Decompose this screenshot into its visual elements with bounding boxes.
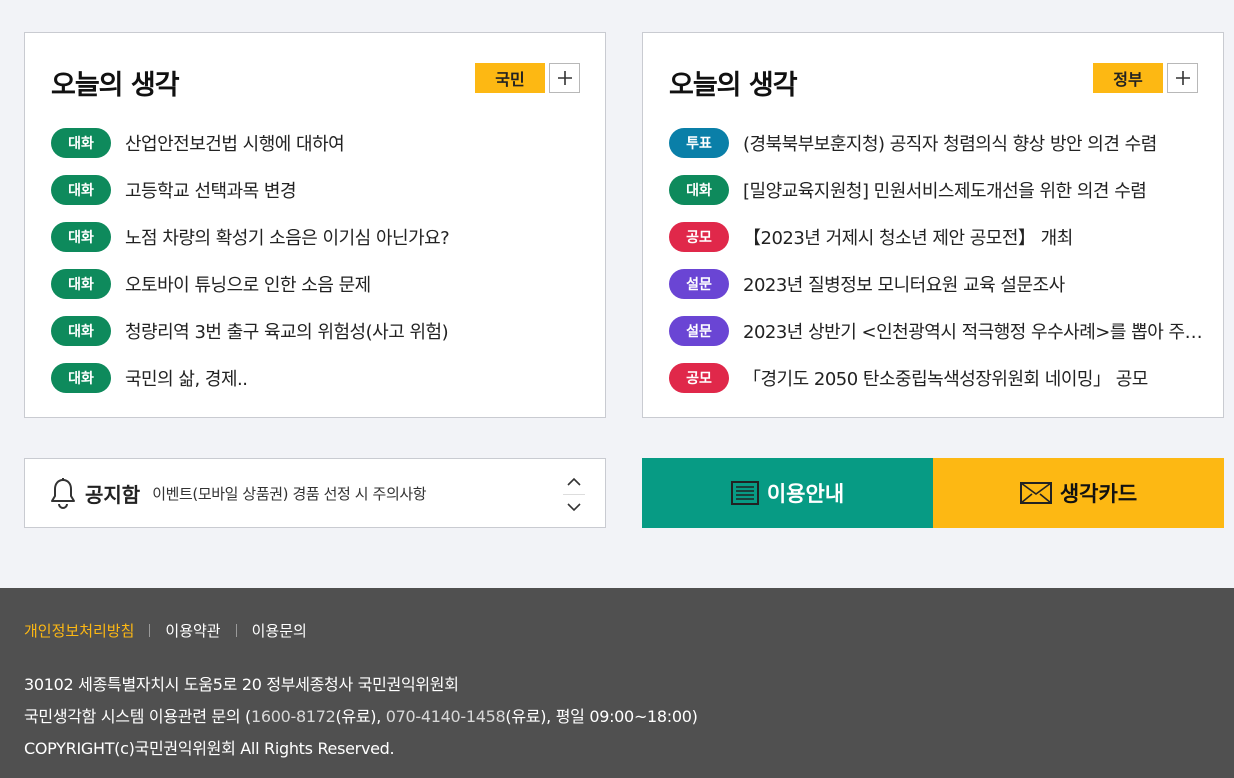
government-thoughts-panel: 오늘의 생각 정부 투표 (경북북부보훈지청) 공직자 청렴의식 향상 방안 의… [642, 32, 1224, 418]
notice-title: 공지함 [85, 482, 141, 507]
item-title[interactable]: 2023년 질병정보 모니터요원 교육 설문조사 [743, 271, 1065, 297]
list-item[interactable]: 대화 오토바이 튜닝으로 인한 소음 문제 [51, 260, 591, 307]
citizen-thoughts-panel: 오늘의 생각 국민 대화 산업안전보건법 시행에 대하여 대화 고등학교 선택과… [24, 32, 606, 418]
more-button[interactable] [1167, 63, 1198, 93]
arrow-divider [563, 494, 585, 495]
list-item[interactable]: 대화 노점 차량의 확성기 소음은 이기심 아닌가요? [51, 213, 591, 260]
category-badge: 대화 [51, 221, 111, 252]
citizen-list: 대화 산업안전보건법 시행에 대하여 대화 고등학교 선택과목 변경 대화 노점… [51, 119, 591, 401]
footer-contact: 국민생각함 시스템 이용관련 문의 (1600-8172(유료), 070-41… [24, 703, 698, 727]
footer: 개인정보처리방침 이용약관 이용문의 30102 세종특별자치시 도움5로 20… [0, 588, 1234, 778]
item-title[interactable]: 「경기도 2050 탄소중립녹색성장위원회 네이밍」 공모 [743, 365, 1148, 391]
list-item[interactable]: 설문 2023년 상반기 <인천광역시 적극행정 우수사례>를 뽑아 주세요 [669, 307, 1209, 354]
list-item[interactable]: 대화 [밀양교육지원청] 민원서비스제도개선을 위한 의견 수렴 [669, 166, 1209, 213]
category-badge: 대화 [51, 268, 111, 299]
contact-prefix: 국민생각함 시스템 이용관련 문의 ( [24, 707, 251, 726]
plus-icon [557, 71, 572, 85]
footer-copyright: COPYRIGHT(c)국민권익위원회 All Rights Reserved. [24, 739, 395, 758]
item-title[interactable]: 【2023년 거제시 청소년 제안 공모전】 개최 [743, 224, 1073, 250]
list-item[interactable]: 공모 【2023년 거제시 청소년 제안 공모전】 개최 [669, 213, 1209, 260]
notice-bar: 공지함 이벤트(모바일 상품권) 경품 선정 시 주의사항 [24, 458, 606, 528]
list-item[interactable]: 대화 고등학교 선택과목 변경 [51, 166, 591, 213]
category-badge: 대화 [51, 315, 111, 346]
usage-guide-label: 이용안내 [766, 482, 845, 506]
thought-card-button[interactable]: 생각카드 [933, 458, 1224, 528]
thought-card-label: 생각카드 [1059, 482, 1138, 506]
footer-address: 30102 세종특별자치시 도움5로 20 정부세종청사 국민권익위원회 [24, 675, 459, 694]
link-divider [149, 624, 151, 637]
category-badge: 대화 [51, 174, 111, 205]
privacy-policy-link[interactable]: 개인정보처리방침 [24, 620, 134, 641]
item-title[interactable]: (경북북부보훈지청) 공직자 청렴의식 향상 방안 의견 수렴 [743, 130, 1157, 156]
more-button[interactable] [549, 63, 580, 93]
item-title[interactable]: 2023년 상반기 <인천광역시 적극행정 우수사례>를 뽑아 주세요 [743, 318, 1209, 344]
category-badge: 투표 [669, 127, 729, 158]
item-title[interactable]: [밀양교육지원청] 민원서비스제도개선을 위한 의견 수렴 [743, 177, 1146, 203]
previous-notice-button[interactable] [561, 469, 587, 494]
list-item[interactable]: 대화 산업안전보건법 시행에 대하여 [51, 119, 591, 166]
chevron-down-icon [567, 502, 581, 511]
item-title[interactable]: 오토바이 튜닝으로 인한 소음 문제 [125, 271, 371, 297]
category-badge: 공모 [669, 362, 729, 393]
phone-number-1: 1600-8172 [250, 707, 336, 726]
phone-number-2: 070-4140-1458 [385, 707, 506, 726]
list-item[interactable]: 대화 국민의 삶, 경제.. [51, 354, 591, 401]
contact-suffix: (유료), 평일 09:00~18:00) [505, 707, 698, 726]
footer-links: 개인정보처리방침 이용약관 이용문의 [24, 620, 307, 641]
category-badge: 대화 [51, 127, 111, 158]
panel-title: 오늘의 생각 [669, 70, 798, 101]
inquiry-link[interactable]: 이용문의 [252, 620, 307, 641]
list-item[interactable]: 대화 청량리역 3번 출구 육교의 위험성(사고 위험) [51, 307, 591, 354]
link-divider [235, 624, 237, 637]
list-item[interactable]: 투표 (경북북부보훈지청) 공직자 청렴의식 향상 방안 의견 수렴 [669, 119, 1209, 166]
category-badge: 대화 [669, 174, 729, 205]
contact-mid: (유료), [335, 707, 386, 726]
panel-title: 오늘의 생각 [51, 70, 180, 101]
envelope-icon [1019, 482, 1052, 504]
category-badge: 설문 [669, 315, 729, 346]
bell-icon [51, 478, 75, 509]
usage-guide-button[interactable]: 이용안내 [642, 458, 933, 528]
category-badge: 대화 [51, 362, 111, 393]
chevron-up-icon [567, 477, 581, 486]
category-badge: 설문 [669, 268, 729, 299]
plus-icon [1175, 71, 1190, 85]
document-list-icon [730, 481, 759, 505]
terms-link[interactable]: 이용약관 [165, 620, 220, 641]
item-title[interactable]: 산업안전보건법 시행에 대하여 [125, 130, 344, 156]
item-title[interactable]: 노점 차량의 확성기 소음은 이기심 아닌가요? [125, 224, 449, 250]
next-notice-button[interactable] [561, 494, 587, 519]
government-tag[interactable]: 정부 [1093, 63, 1163, 93]
item-title[interactable]: 국민의 삶, 경제.. [125, 365, 247, 391]
notice-arrows [561, 469, 587, 519]
item-title[interactable]: 고등학교 선택과목 변경 [125, 177, 296, 203]
item-title[interactable]: 청량리역 3번 출구 육교의 위험성(사고 위험) [125, 318, 448, 344]
notice-item[interactable]: 이벤트(모바일 상품권) 경품 선정 시 주의사항 [152, 483, 426, 504]
government-list: 투표 (경북북부보훈지청) 공직자 청렴의식 향상 방안 의견 수렴 대화 [밀… [669, 119, 1209, 401]
list-item[interactable]: 설문 2023년 질병정보 모니터요원 교육 설문조사 [669, 260, 1209, 307]
citizen-tag[interactable]: 국민 [475, 63, 545, 93]
category-badge: 공모 [669, 221, 729, 252]
list-item[interactable]: 공모 「경기도 2050 탄소중립녹색성장위원회 네이밍」 공모 [669, 354, 1209, 401]
